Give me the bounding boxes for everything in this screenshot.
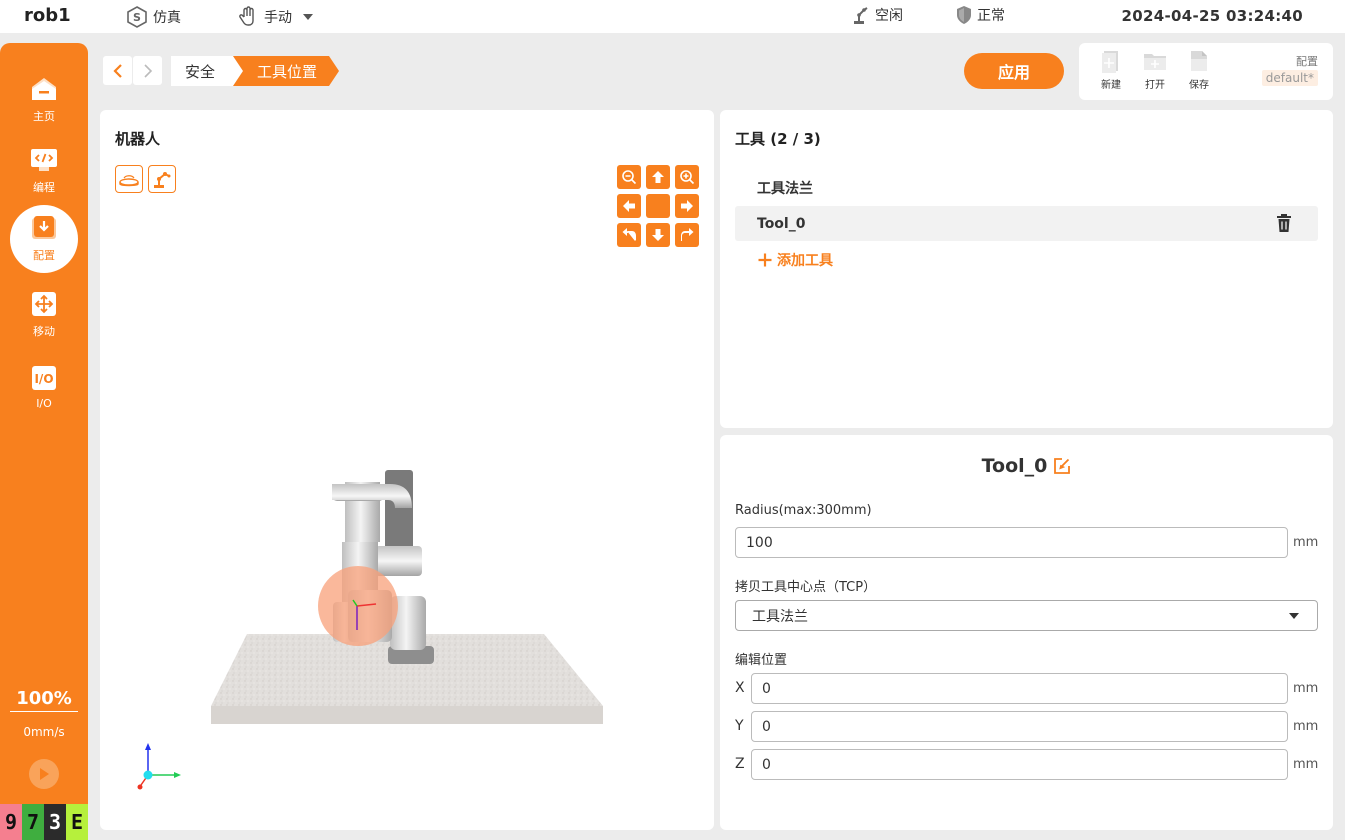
move-icon	[32, 292, 56, 316]
trash-icon[interactable]	[1276, 214, 1292, 232]
config-icon	[32, 216, 56, 239]
nav-label-program: 编程	[33, 181, 55, 194]
add-tool-button[interactable]: 添加工具	[757, 250, 833, 270]
radius-input[interactable]	[735, 527, 1288, 558]
z-label: Z	[735, 756, 745, 772]
edit-position-label: 编辑位置	[735, 653, 788, 668]
datetime: 2024-04-25 03:24:40	[1121, 7, 1303, 25]
nav-item-program[interactable]: 编程	[10, 137, 78, 205]
code-icon	[31, 149, 57, 171]
io-icon: I/O	[32, 365, 56, 390]
breadcrumb-tool-position[interactable]: 工具位置	[233, 56, 339, 86]
status-counters: 9 7 3 E	[0, 804, 88, 840]
plus-icon	[758, 253, 772, 267]
y-unit: mm	[1293, 719, 1319, 734]
save-label: 保存	[1189, 80, 1209, 91]
counter-4: E	[66, 804, 88, 840]
counter-2: 7	[22, 804, 44, 840]
radius-label: Radius(max:300mm)	[735, 503, 872, 518]
robot-state-label: 空闲	[875, 8, 903, 24]
copy-tcp-value: 工具法兰	[752, 608, 808, 625]
nav-item-home[interactable]: 主页	[10, 66, 78, 134]
robot-state: 空闲	[851, 5, 903, 25]
tool-item-flange[interactable]: 工具法兰	[735, 170, 1318, 205]
robot-name: rob1	[24, 5, 71, 26]
x-label: X	[735, 680, 745, 696]
speed-value: 0mm/s	[23, 725, 65, 739]
counter-1: 9	[0, 804, 22, 840]
nav-item-io[interactable]: I/O I/O	[10, 353, 78, 421]
config-label: 配置	[1296, 55, 1318, 68]
robot-3d-viewport[interactable]	[100, 110, 714, 830]
shield-icon	[957, 6, 971, 24]
hand-icon	[239, 6, 254, 26]
simulation-mode[interactable]: S 仿真	[125, 5, 181, 29]
speed-percentage[interactable]: 100%	[10, 688, 78, 712]
chevron-right-icon	[143, 63, 152, 78]
robot-arm-icon	[854, 7, 868, 24]
home-icon	[32, 78, 56, 100]
new-button[interactable]: 新建	[1091, 49, 1131, 91]
tool-detail-title: Tool_0	[720, 455, 1333, 477]
y-label: Y	[735, 718, 744, 734]
edit-icon[interactable]	[1053, 457, 1071, 475]
nav-label-config: 配置	[33, 249, 55, 262]
x-unit: mm	[1293, 681, 1319, 696]
history-nav	[103, 56, 163, 85]
tool-item-label: Tool_0	[757, 215, 806, 232]
config-value[interactable]: default*	[1261, 70, 1318, 86]
z-unit: mm	[1293, 757, 1319, 772]
add-tool-label: 添加工具	[777, 253, 833, 269]
y-input[interactable]	[751, 711, 1288, 742]
play-button[interactable]	[29, 759, 59, 789]
world-axes-gizmo	[137, 743, 181, 790]
sidebar: 主页 编程 配置 移动 I/O I/O 100% 0mm/s	[0, 43, 88, 840]
manual-mode-dropdown[interactable]: 手动	[236, 5, 320, 29]
tool-detail-panel: Tool_0 Radius(max:300mm) mm 拷贝工具中心点（TCP）…	[720, 435, 1333, 830]
nav-label-io: I/O	[36, 396, 52, 410]
copy-tcp-select[interactable]: 工具法兰	[735, 600, 1318, 631]
copy-tcp-label: 拷贝工具中心点（TCP）	[735, 580, 877, 595]
floor-plate-front	[211, 706, 603, 724]
caret-down-icon	[303, 14, 313, 20]
file-panel: 新建 打开 保存 配置 default*	[1079, 43, 1333, 100]
safety-state: 正常	[955, 5, 1005, 25]
nav-label-home: 主页	[33, 110, 55, 123]
counter-3: 3	[44, 804, 66, 840]
forward-button[interactable]	[133, 56, 162, 85]
back-button[interactable]	[103, 56, 132, 85]
tools-panel: 工具 (2 / 3) 工具法兰 Tool_0 添加工具	[720, 110, 1333, 428]
breadcrumb-safety[interactable]: 安全	[171, 56, 243, 86]
radius-unit: mm	[1293, 535, 1319, 550]
tool-item-label: 工具法兰	[757, 180, 813, 197]
play-icon	[40, 768, 49, 780]
save-button[interactable]: 保存	[1179, 49, 1219, 91]
open-label: 打开	[1145, 80, 1165, 91]
x-input[interactable]	[751, 673, 1288, 704]
manual-mode-label: 手动	[264, 10, 292, 26]
open-button[interactable]: 打开	[1135, 49, 1175, 91]
z-input[interactable]	[751, 749, 1288, 780]
robot-panel: 机器人	[100, 110, 714, 830]
chevron-left-icon	[112, 63, 122, 78]
caret-down-icon	[1289, 613, 1299, 619]
svg-text:S: S	[133, 11, 141, 24]
svg-text:I/O: I/O	[34, 372, 53, 386]
nav-item-config[interactable]: 配置	[10, 205, 78, 273]
nav-label-move: 移动	[33, 325, 55, 338]
tools-panel-title: 工具 (2 / 3)	[735, 130, 821, 148]
top-bar: rob1 S 仿真 手动 空闲 正常 2024-04-25 03:24:40	[0, 0, 1345, 33]
tool-item-tool0[interactable]: Tool_0	[735, 206, 1318, 241]
simulation-label: 仿真	[153, 10, 181, 26]
folder-icon	[1144, 54, 1166, 70]
save-icon	[1191, 51, 1207, 71]
simulation-icon: S	[127, 6, 147, 28]
apply-button[interactable]: 应用	[964, 53, 1064, 89]
tool-name: Tool_0	[981, 455, 1048, 477]
nav-item-move[interactable]: 移动	[10, 281, 78, 349]
new-label: 新建	[1101, 80, 1121, 91]
safety-state-label: 正常	[977, 8, 1005, 24]
new-file-icon	[1102, 51, 1118, 73]
